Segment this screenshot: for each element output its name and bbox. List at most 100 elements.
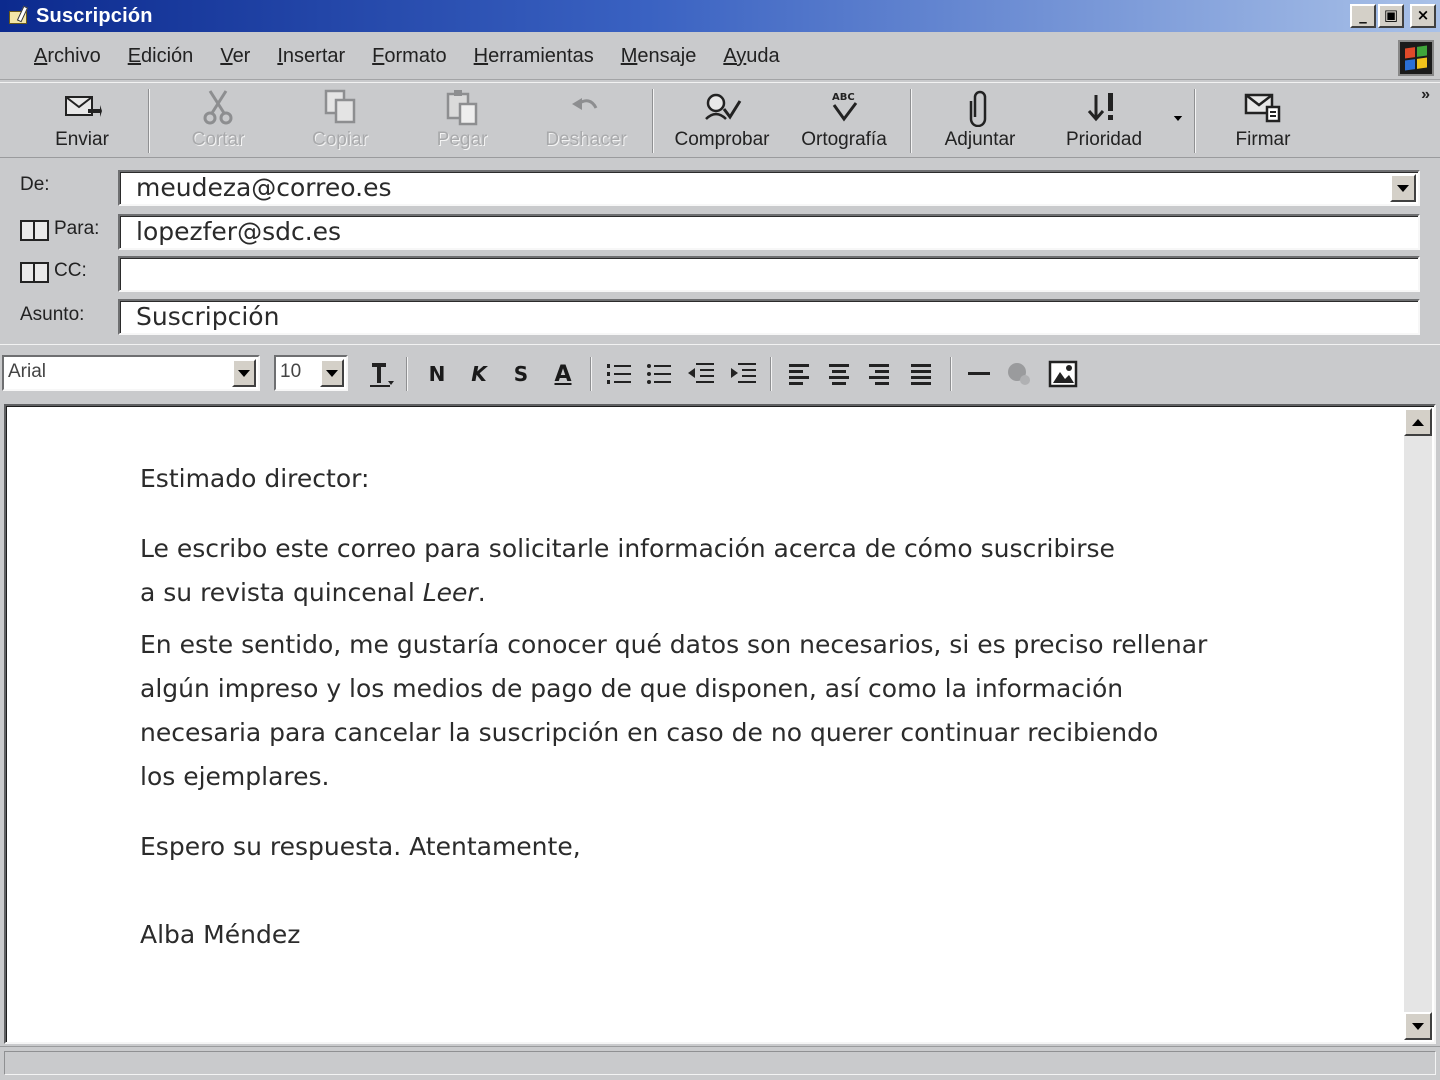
paragraph-2-line-3: necesaria para cancelar la suscripción e…: [140, 718, 1159, 747]
toolbar-separator: [652, 89, 654, 153]
menu-mensaje-label: ensaje: [637, 45, 697, 67]
align-left-button[interactable]: [782, 359, 816, 389]
to-value: lopezfer@sdc.es: [136, 217, 342, 246]
bold-button[interactable]: N: [420, 359, 454, 389]
align-center-button[interactable]: [822, 359, 856, 389]
toolbar-separator: [1194, 89, 1196, 153]
subject-label: Asunto:: [20, 304, 85, 325]
align-center-icon: [829, 364, 849, 385]
to-label[interactable]: Para:: [20, 218, 100, 241]
menu-edicion[interactable]: Edición: [128, 45, 194, 68]
font-size-dropdown-button[interactable]: [320, 359, 344, 387]
paste-label: Pegar: [436, 129, 488, 150]
toolbar-overflow-button[interactable]: »: [1421, 86, 1430, 104]
toolbar-separator: [910, 89, 912, 153]
decrease-indent-button[interactable]: [684, 359, 718, 389]
cc-label[interactable]: CC:: [20, 260, 87, 283]
menu-herramientas[interactable]: Herramientas: [474, 45, 594, 68]
scroll-up-button[interactable]: [1404, 408, 1432, 436]
cc-field[interactable]: [118, 256, 1420, 292]
insert-picture-button[interactable]: [1046, 359, 1080, 389]
hyperlink-button[interactable]: [1002, 359, 1036, 389]
attach-button[interactable]: Adjuntar: [938, 83, 1022, 159]
from-field[interactable]: meudeza@correo.es: [118, 170, 1420, 206]
close-button[interactable]: ×: [1410, 4, 1436, 28]
justify-button[interactable]: [904, 359, 938, 389]
align-right-button[interactable]: [862, 359, 896, 389]
sign-icon: [1243, 87, 1283, 127]
increase-indent-button[interactable]: [726, 359, 760, 389]
chevron-down-icon: [1412, 1022, 1424, 1030]
window-title: Suscripción: [36, 4, 153, 27]
copy-icon: [320, 87, 360, 127]
underline-button[interactable]: S: [504, 359, 538, 389]
spelling-button[interactable]: ABC Ortografía: [794, 83, 894, 159]
send-icon: [62, 87, 102, 127]
paragraph-1-line-2: a su revista quincenal Leer.: [140, 578, 486, 607]
menu-ayuda[interactable]: Ayuda: [723, 45, 779, 68]
p1-line2-text: a su revista quincenal: [140, 578, 423, 607]
chevron-down-icon: [238, 369, 250, 377]
copy-button[interactable]: Copiar: [298, 83, 382, 159]
format-separator: [406, 357, 408, 391]
priority-button[interactable]: Prioridad: [1058, 83, 1150, 159]
undo-icon: [566, 87, 606, 127]
attach-label: Adjuntar: [944, 129, 1016, 150]
chevron-down-icon: [326, 369, 338, 377]
bullet-list-button[interactable]: [642, 359, 676, 389]
subject-field[interactable]: Suscripción: [118, 299, 1420, 335]
check-names-button[interactable]: Comprobar: [670, 83, 774, 159]
menu-edicion-label: dición: [141, 45, 194, 67]
paragraph-style-button[interactable]: [364, 359, 398, 389]
horizontal-line-button[interactable]: [962, 359, 996, 389]
scroll-down-button[interactable]: [1404, 1012, 1432, 1040]
menu-insertar[interactable]: Insertar: [277, 45, 345, 68]
send-button[interactable]: Enviar: [40, 83, 124, 159]
menu-ver[interactable]: Ver: [220, 45, 250, 68]
address-book-icon: [20, 219, 49, 241]
font-color-button[interactable]: A: [546, 359, 580, 389]
format-toolbar: Arial 10 N K S A: [0, 344, 1440, 402]
menu-formato-mnemonic: F: [372, 45, 385, 67]
status-panel: [4, 1051, 1436, 1075]
windows-logo-icon: [1398, 40, 1434, 76]
paste-icon: [442, 87, 482, 127]
undo-label: Deshacer: [545, 129, 627, 150]
menu-herramientas-mnemonic: H: [473, 45, 489, 67]
align-right-icon: [869, 364, 889, 385]
font-dropdown-button[interactable]: [232, 359, 256, 387]
priority-dropdown-icon[interactable]: [1173, 116, 1183, 121]
from-value: meudeza@correo.es: [136, 173, 392, 202]
paragraph-2-line-2: algún impreso y los medios de pago de qu…: [140, 674, 1124, 703]
cut-label: Cortar: [191, 129, 245, 150]
new-message-icon: [6, 5, 32, 27]
message-body[interactable]: Estimado director: Le escribo este corre…: [4, 404, 1436, 1044]
font-select[interactable]: Arial: [2, 355, 260, 391]
menu-formato[interactable]: Formato: [372, 45, 446, 68]
menu-mensaje[interactable]: Mensaje: [621, 45, 697, 68]
to-label-text: Para:: [54, 218, 100, 239]
paperclip-icon: [960, 87, 1000, 127]
vertical-scrollbar[interactable]: [1404, 408, 1432, 1040]
minimize-button[interactable]: _: [1350, 4, 1376, 28]
sign-button[interactable]: Firmar: [1226, 83, 1300, 159]
p1-line2-end: .: [477, 578, 486, 607]
menu-bar: Archivo Edición Ver Insertar Formato Her…: [0, 34, 1440, 80]
menu-ayuda-mnemonic: Ay: [723, 45, 747, 67]
magazine-name: Leer: [422, 578, 478, 607]
to-field[interactable]: lopezfer@sdc.es: [118, 214, 1420, 250]
font-size-select[interactable]: 10: [274, 355, 348, 391]
cut-button[interactable]: Cortar: [178, 83, 258, 159]
from-dropdown-button[interactable]: [1390, 174, 1416, 202]
maximize-button[interactable]: ▣: [1378, 4, 1404, 28]
undo-button[interactable]: Deshacer: [536, 83, 636, 159]
paragraph-2-line-1: En este sentido, me gustaría conocer qué…: [140, 630, 1208, 659]
priority-icon: [1084, 87, 1124, 127]
numbered-list-button[interactable]: [602, 359, 636, 389]
italic-button[interactable]: K: [462, 359, 496, 389]
title-bar[interactable]: Suscripción _ ▣ ×: [0, 0, 1440, 32]
paste-button[interactable]: Pegar: [422, 83, 502, 159]
subject-value: Suscripción: [136, 302, 280, 331]
menu-ver-label: er: [232, 45, 251, 67]
menu-archivo[interactable]: Archivo: [34, 45, 101, 68]
